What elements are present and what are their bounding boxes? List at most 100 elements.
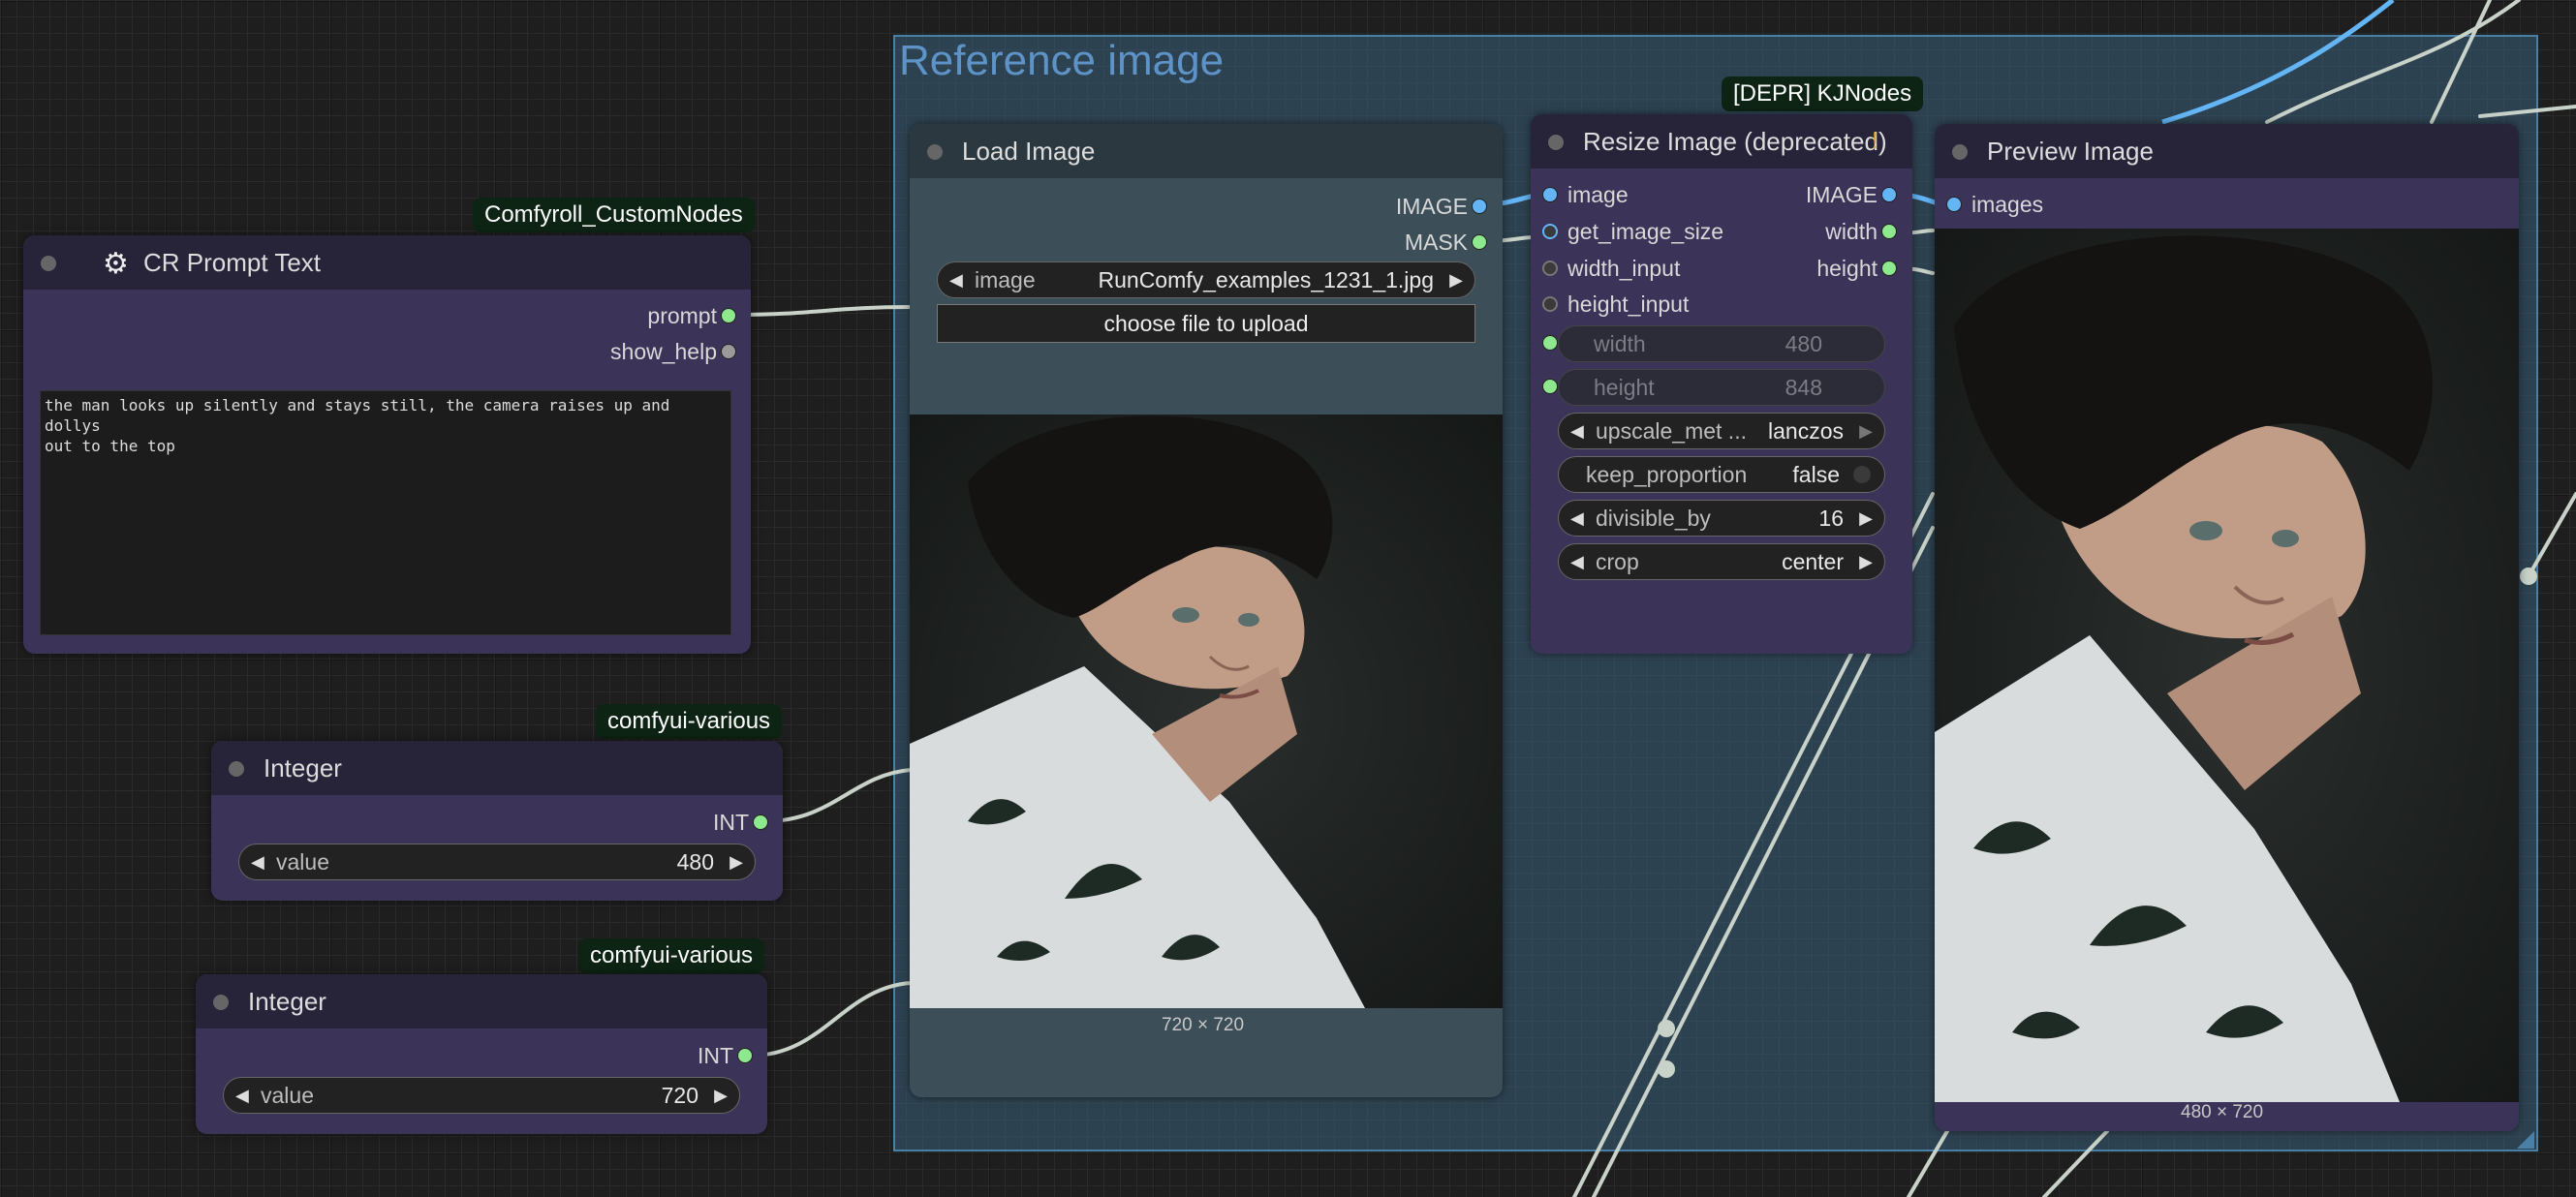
wire-int1 (763, 768, 913, 823)
increment-icon[interactable]: ▶ (714, 1078, 728, 1113)
node-title[interactable]: Resize Image (deprecated) (1531, 114, 1912, 169)
comfyroll-badge: Comfyroll_CustomNodes (473, 198, 755, 232)
integer-node-1[interactable]: Integer INT ◀ value 480 ▶ (211, 741, 783, 901)
keep-proportion-toggle[interactable]: keep_proportion false (1558, 456, 1885, 493)
input-image-label: image (1567, 182, 1629, 207)
output-int-label: INT (697, 1043, 733, 1068)
prev-icon[interactable]: ◀ (949, 262, 963, 297)
integer-node-2[interactable]: Integer INT ◀ value 720 ▶ (196, 974, 767, 1134)
input-height-socket[interactable] (1542, 296, 1558, 312)
various-badge-1: comfyui-various (596, 704, 783, 739)
collapse-dot[interactable] (213, 995, 229, 1010)
output-image-socket[interactable] (1881, 187, 1897, 202)
output-width-socket[interactable] (1881, 224, 1897, 239)
output-int-socket[interactable] (753, 814, 768, 830)
loaded-image-preview (910, 414, 1503, 1008)
crop-widget[interactable]: ◀ crop center ▶ (1558, 543, 1885, 580)
widget-value: 480 (1785, 331, 1822, 356)
input-get-size-label: get_image_size (1567, 219, 1724, 244)
input-height-label: height_input (1567, 292, 1690, 317)
wire-bottom-1 (1907, 1129, 1949, 1197)
collapse-dot[interactable] (1548, 135, 1564, 150)
portrait-image (910, 414, 1503, 1008)
kjnodes-badge: [DEPR] KJNodes (1722, 77, 1924, 111)
image-filename: RunComfy_examples_1231_1.jpg (1098, 267, 1435, 292)
portrait-image (1935, 229, 2519, 1102)
height-converted-socket[interactable] (1542, 379, 1558, 394)
node-title[interactable]: Integer (196, 974, 767, 1028)
input-width-socket[interactable] (1542, 261, 1558, 276)
prev-icon[interactable]: ◀ (1570, 544, 1584, 579)
widget-label: width (1594, 331, 1646, 356)
input-image-socket[interactable] (1542, 187, 1558, 202)
preview-image-node[interactable]: Preview Image images 480 × 720 (1935, 124, 2519, 1131)
widget-value: lanczos (1768, 418, 1844, 444)
image-dimensions: 480 × 720 (2181, 1102, 2264, 1122)
value-widget[interactable]: ◀ value 480 ▶ (238, 844, 756, 880)
widget-value: 480 (676, 849, 714, 875)
collapse-dot[interactable] (1952, 144, 1968, 160)
increment-icon[interactable]: ▶ (729, 844, 743, 879)
output-image-socket[interactable] (1472, 199, 1487, 214)
output-image-label: IMAGE (1395, 194, 1468, 219)
node-title[interactable]: Integer (211, 741, 783, 795)
prev-icon[interactable]: ◀ (1570, 414, 1584, 448)
widget-label: crop (1596, 549, 1639, 574)
node-title[interactable]: CR Prompt Text (23, 235, 751, 290)
resize-image-node[interactable]: Resize Image (deprecated) ! image get_im… (1531, 114, 1912, 654)
output-prompt-socket[interactable] (721, 308, 736, 323)
collapse-dot[interactable] (229, 761, 244, 777)
widget-value: center (1782, 549, 1844, 574)
widget-value: 720 (661, 1083, 698, 1108)
output-mask-label: MASK (1404, 230, 1468, 255)
load-image-node[interactable]: Load Image IMAGE MASK ◀ image RunComfy_e… (910, 124, 1503, 1097)
widget-label: upscale_met ... (1596, 418, 1747, 444)
upscale-method-widget[interactable]: ◀ upscale_met ... lanczos ▶ (1558, 413, 1885, 449)
output-show-help-socket[interactable] (721, 344, 736, 359)
wire-top-2 (2430, 0, 2492, 124)
output-image-label: IMAGE (1805, 182, 1878, 207)
decrement-icon[interactable]: ◀ (235, 1078, 249, 1113)
widget-label: keep_proportion (1586, 462, 1748, 487)
cr-prompt-text-node[interactable]: CR Prompt Text ⚙ prompt show_help the ma… (23, 235, 751, 654)
preview-image (1935, 229, 2519, 1102)
width-converted-socket[interactable] (1542, 335, 1558, 351)
divisible-by-widget[interactable]: ◀ divisible_by 16 ▶ (1558, 500, 1885, 537)
output-int-socket[interactable] (737, 1048, 753, 1063)
next-icon[interactable]: ▶ (1449, 262, 1463, 297)
output-height-socket[interactable] (1881, 261, 1897, 276)
height-widget[interactable]: height 848 (1558, 369, 1885, 406)
widget-value: 16 (1818, 506, 1844, 531)
value-widget[interactable]: ◀ value 720 ▶ (223, 1077, 740, 1114)
widget-label: image (975, 267, 1036, 292)
wire-right (2527, 492, 2576, 578)
input-images-socket[interactable] (1946, 197, 1962, 212)
decrement-icon[interactable]: ◀ (251, 844, 264, 879)
node-title[interactable]: Preview Image (1935, 124, 2519, 178)
output-prompt-label: prompt (647, 303, 717, 328)
warning-icon: ! (1872, 128, 1878, 154)
widget-label: divisible_by (1596, 506, 1711, 531)
collapse-dot[interactable] (927, 144, 943, 160)
image-select-widget[interactable]: ◀ image RunComfy_examples_1231_1.jpg ▶ (937, 261, 1475, 298)
wire-bottom-2 (2042, 1129, 2109, 1197)
widget-value: 848 (1785, 375, 1822, 400)
image-dimensions: 720 × 720 (1162, 1015, 1245, 1035)
widget-value: false (1792, 462, 1840, 487)
upload-button[interactable]: choose file to upload (937, 304, 1475, 343)
widget-label: height (1594, 375, 1655, 400)
collapse-dot[interactable] (41, 256, 56, 271)
increment-icon[interactable]: ▶ (1859, 501, 1873, 536)
input-get-size-socket[interactable] (1542, 224, 1558, 239)
next-icon[interactable]: ▶ (1859, 414, 1873, 448)
toggle-knob[interactable] (1853, 466, 1871, 483)
prompt-textarea[interactable]: the man looks up silently and stays stil… (40, 390, 731, 635)
input-width-label: width_input (1567, 256, 1681, 281)
wire-image-top (2161, 0, 2395, 125)
decrement-icon[interactable]: ◀ (1570, 501, 1584, 536)
output-mask-socket[interactable] (1472, 234, 1487, 250)
node-title[interactable]: Load Image (910, 124, 1503, 178)
next-icon[interactable]: ▶ (1859, 544, 1873, 579)
wire-top-3 (2478, 105, 2576, 118)
width-widget[interactable]: width 480 (1558, 325, 1885, 362)
